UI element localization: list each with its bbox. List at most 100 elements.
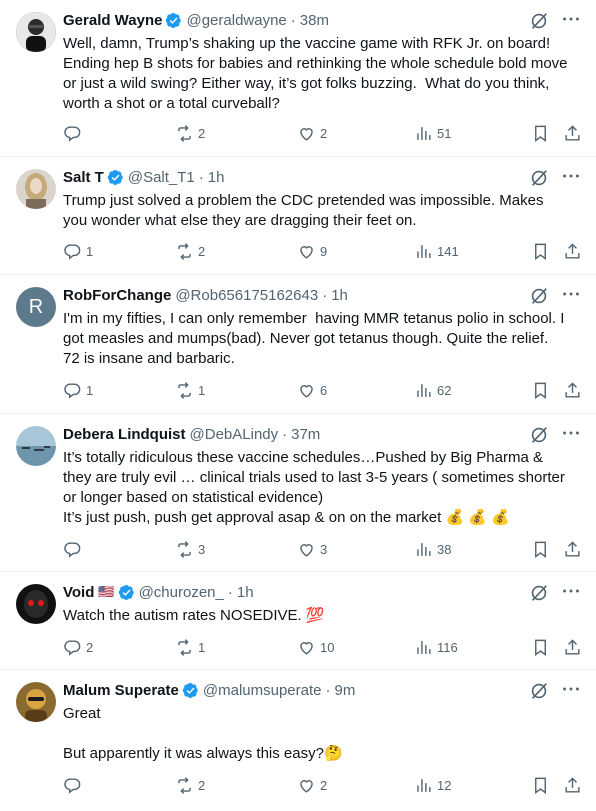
repost-count: 1 [198,383,206,398]
more-icon[interactable] [560,165,582,187]
user-handle[interactable]: @DebALindy [190,426,279,443]
views-count: 62 [437,383,452,398]
views-button[interactable]: 38 [414,540,451,559]
views-button[interactable]: 12 [414,776,451,795]
bookmark-button[interactable] [531,638,550,657]
user-handle[interactable]: @malumsuperate [203,682,322,699]
display-name[interactable]: Malum Superate [63,682,179,699]
tweet[interactable]: Debera Lindquist @DebALindy · 37m It’s t… [0,414,596,572]
reply-icon [64,640,81,656]
reply-icon [64,383,81,399]
views-button[interactable]: 62 [414,381,451,400]
repost-button[interactable]: 1 [175,638,205,657]
timestamp[interactable]: 9m [334,682,355,699]
avatar[interactable] [16,584,56,624]
user-handle[interactable]: @geraldwayne [186,12,286,29]
tweet-header: Debera Lindquist @DebALindy · 37m [63,424,580,444]
avatar[interactable] [16,169,56,209]
tweet[interactable]: Salt T @Salt_T1 · 1h Trump just solved a… [0,157,596,275]
tweet[interactable]: Void 🇺🇸 @churozen_ · 1h Watch the autism… [0,572,596,670]
like-count: 3 [320,542,328,557]
like-button[interactable]: 10 [297,638,334,657]
repost-count: 2 [198,126,206,141]
timestamp[interactable]: 38m [300,12,329,29]
like-button[interactable]: 3 [297,540,327,559]
grok-icon[interactable] [528,680,550,702]
grok-icon[interactable] [528,424,550,446]
user-handle[interactable]: @Salt_T1 [128,169,195,186]
more-icon[interactable] [560,8,582,30]
reply-button[interactable] [63,776,86,795]
reply-button[interactable]: 2 [63,638,93,657]
tweet[interactable]: Gerald Wayne @geraldwayne · 38m Well, da… [0,0,596,157]
action-bar: 1 1 6 62 [63,381,580,403]
like-button[interactable]: 2 [297,776,327,795]
avatar[interactable]: R [16,287,56,327]
share-button[interactable] [563,638,582,657]
grok-icon[interactable] [528,582,550,604]
reply-button[interactable] [63,124,86,143]
repost-button[interactable]: 1 [175,381,205,400]
repost-count: 3 [198,542,206,557]
avatar[interactable] [16,12,56,52]
bookmark-button[interactable] [531,124,550,143]
repost-count: 2 [198,244,206,259]
share-icon [565,243,580,259]
like-button[interactable]: 6 [297,381,327,400]
reply-button[interactable]: 1 [63,242,93,261]
bookmark-button[interactable] [531,540,550,559]
like-button[interactable]: 2 [297,124,327,143]
timestamp[interactable]: 37m [291,426,320,443]
grok-icon[interactable] [528,285,550,307]
tweet[interactable]: Malum Superate @malumsuperate · 9m Great… [0,670,596,811]
bookmark-button[interactable] [531,776,550,795]
views-button[interactable]: 51 [414,124,451,143]
tweet-text: Great But apparently it was always this … [63,705,343,762]
reply-button[interactable] [63,540,86,559]
grok-icon[interactable] [528,167,550,189]
bookmark-button[interactable] [531,381,550,400]
reply-icon [64,542,81,558]
share-button[interactable] [563,540,582,559]
bookmark-button[interactable] [531,242,550,261]
bookmark-icon [535,243,546,261]
more-icon[interactable] [560,580,582,602]
views-button[interactable]: 116 [414,638,458,657]
display-name[interactable]: Salt T [63,169,104,186]
repost-button[interactable]: 3 [175,540,205,559]
repost-button[interactable]: 2 [175,124,205,143]
grok-icon[interactable] [528,10,550,32]
share-button[interactable] [563,776,582,795]
like-count: 6 [320,383,328,398]
share-button[interactable] [563,242,582,261]
user-handle[interactable]: @Rob656175162643 [175,287,318,304]
views-button[interactable]: 141 [414,242,459,261]
share-button[interactable] [563,124,582,143]
bookmark-icon [535,541,546,559]
more-icon[interactable] [560,678,582,700]
share-button[interactable] [563,381,582,400]
timestamp[interactable]: 1h [208,169,225,186]
avatar[interactable] [16,682,56,722]
tweet[interactable]: R RobForChange @Rob656175162643 · 1h I'm… [0,275,596,414]
tweet-header: RobForChange @Rob656175162643 · 1h [63,285,580,305]
share-icon [565,125,580,141]
repost-button[interactable]: 2 [175,242,205,261]
user-handle[interactable]: @churozen_ [139,584,224,601]
like-count: 2 [320,126,328,141]
reply-feed: Gerald Wayne @geraldwayne · 38m Well, da… [0,0,596,811]
timestamp[interactable]: 1h [237,584,254,601]
more-icon[interactable] [560,283,582,305]
like-button[interactable]: 9 [297,242,327,261]
more-icon[interactable] [560,422,582,444]
display-name[interactable]: Debera Lindquist [63,426,186,443]
timestamp[interactable]: 1h [331,287,348,304]
display-name[interactable]: Void [63,584,94,601]
avatar[interactable] [16,426,56,466]
repost-button[interactable]: 2 [175,776,205,795]
tweet-text: I'm in my fifties, I can only remember h… [63,310,569,367]
display-name[interactable]: Gerald Wayne [63,12,162,29]
avatar-portrait [16,169,56,209]
reply-button[interactable]: 1 [63,381,93,400]
display-name[interactable]: RobForChange [63,287,171,304]
